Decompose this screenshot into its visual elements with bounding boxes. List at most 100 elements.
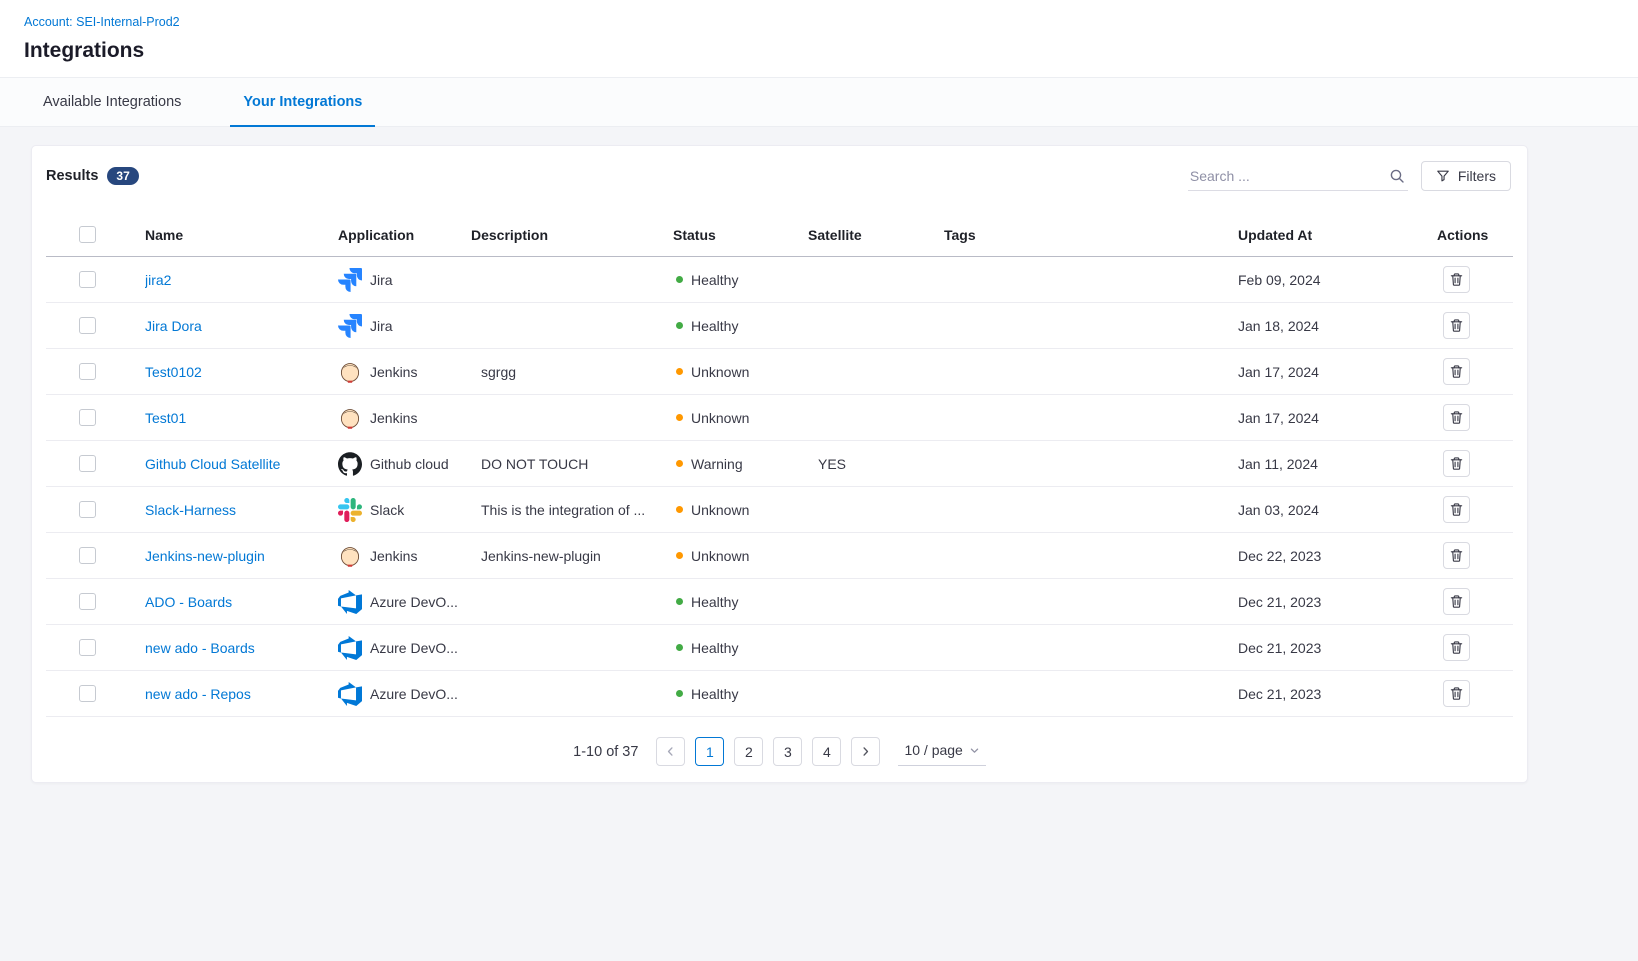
table-body: jira2 Jira Healthy Feb 09, 2024 J — [46, 257, 1513, 717]
search-input[interactable] — [1188, 168, 1408, 184]
integration-name-link[interactable]: Test01 — [145, 410, 186, 426]
table-row: Jira Dora Jira Healthy Jan 18, 2024 — [46, 303, 1513, 349]
integration-name-link[interactable]: jira2 — [145, 272, 171, 288]
description-cell: sgrgg — [471, 364, 673, 380]
filters-label: Filters — [1458, 168, 1496, 184]
pagination: 1-10 of 37 1 2 3 4 10 / page — [32, 717, 1527, 782]
application-label: Github cloud — [370, 456, 449, 472]
prev-page-button[interactable] — [656, 737, 685, 766]
page-button-1[interactable]: 1 — [695, 737, 724, 766]
application-label: Azure DevO... — [370, 594, 458, 610]
page-size-select[interactable]: 10 / page — [898, 737, 985, 766]
results-summary: Results 37 — [46, 167, 139, 185]
table-row: Github Cloud Satellite Github cloud DO N… — [46, 441, 1513, 487]
delete-button[interactable] — [1443, 588, 1470, 615]
integration-name-link[interactable]: Jira Dora — [145, 318, 202, 334]
satellite-cell: YES — [808, 456, 944, 472]
row-checkbox[interactable] — [79, 639, 96, 656]
page-button-4[interactable]: 4 — [812, 737, 841, 766]
status-dot — [676, 368, 683, 375]
updated-at-cell: Jan 17, 2024 — [1238, 364, 1437, 380]
status-dot — [676, 276, 683, 283]
delete-button[interactable] — [1443, 450, 1470, 477]
integration-name-link[interactable]: new ado - Repos — [145, 686, 251, 702]
row-checkbox[interactable] — [79, 271, 96, 288]
application-label: Azure DevO... — [370, 640, 458, 656]
azure-devops-icon — [338, 636, 362, 660]
jira-icon — [338, 314, 362, 338]
table-row: Test01 Jenkins Unknown Jan 17, 2024 — [46, 395, 1513, 441]
azure-devops-icon — [338, 682, 362, 706]
tab-bar: Available Integrations Your Integrations — [0, 78, 1638, 127]
column-header-actions: Actions — [1437, 227, 1513, 243]
github-icon — [338, 452, 362, 476]
select-all-checkbox[interactable] — [79, 226, 96, 243]
trash-icon — [1449, 502, 1464, 517]
row-checkbox[interactable] — [79, 409, 96, 426]
updated-at-cell: Dec 22, 2023 — [1238, 548, 1437, 564]
description-cell: DO NOT TOUCH — [471, 456, 673, 472]
integration-name-link[interactable]: new ado - Boards — [145, 640, 255, 656]
application-label: Jira — [370, 272, 393, 288]
delete-button[interactable] — [1443, 634, 1470, 661]
pagination-range: 1-10 of 37 — [573, 744, 638, 760]
page-size-value: 10 / page — [904, 742, 962, 758]
status-label: Healthy — [691, 640, 738, 656]
account-link[interactable]: Account: SEI-Internal-Prod2 — [24, 15, 180, 29]
integration-name-link[interactable]: Test0102 — [145, 364, 202, 380]
status-label: Unknown — [691, 548, 749, 564]
updated-at-cell: Jan 18, 2024 — [1238, 318, 1437, 334]
status-label: Unknown — [691, 502, 749, 518]
delete-button[interactable] — [1443, 404, 1470, 431]
integration-name-link[interactable]: ADO - Boards — [145, 594, 232, 610]
page-button-3[interactable]: 3 — [773, 737, 802, 766]
row-checkbox[interactable] — [79, 501, 96, 518]
integrations-card: Results 37 Filters — [31, 145, 1528, 783]
integration-name-link[interactable]: Github Cloud Satellite — [145, 456, 280, 472]
row-checkbox[interactable] — [79, 547, 96, 564]
status-dot — [676, 506, 683, 513]
status-label: Unknown — [691, 364, 749, 380]
delete-button[interactable] — [1443, 680, 1470, 707]
delete-button[interactable] — [1443, 312, 1470, 339]
page-button-2[interactable]: 2 — [734, 737, 763, 766]
jenkins-icon — [338, 360, 362, 384]
column-header-satellite: Satellite — [808, 227, 944, 243]
application-label: Jenkins — [370, 410, 417, 426]
delete-button[interactable] — [1443, 496, 1470, 523]
row-checkbox[interactable] — [79, 317, 96, 334]
row-checkbox[interactable] — [79, 685, 96, 702]
filters-button[interactable]: Filters — [1421, 161, 1511, 191]
page-title: Integrations — [24, 39, 1614, 63]
row-checkbox[interactable] — [79, 593, 96, 610]
table-row: Jenkins-new-plugin Jenkins Jenkins-new-p… — [46, 533, 1513, 579]
updated-at-cell: Dec 21, 2023 — [1238, 640, 1437, 656]
table-row: new ado - Boards Azure DevO... Healthy D… — [46, 625, 1513, 671]
delete-button[interactable] — [1443, 358, 1470, 385]
trash-icon — [1449, 640, 1464, 655]
delete-button[interactable] — [1443, 542, 1470, 569]
next-page-button[interactable] — [851, 737, 880, 766]
row-checkbox[interactable] — [79, 455, 96, 472]
updated-at-cell: Jan 03, 2024 — [1238, 502, 1437, 518]
application-label: Slack — [370, 502, 404, 518]
chevron-down-icon — [969, 745, 980, 756]
updated-at-cell: Jan 11, 2024 — [1238, 456, 1437, 472]
trash-icon — [1449, 456, 1464, 471]
integration-name-link[interactable]: Slack-Harness — [145, 502, 236, 518]
status-label: Healthy — [691, 318, 738, 334]
jenkins-icon — [338, 406, 362, 430]
column-header-updated-at: Updated At — [1238, 227, 1437, 243]
tab-available-integrations[interactable]: Available Integrations — [30, 78, 194, 126]
trash-icon — [1449, 686, 1464, 701]
toolbar-right: Filters — [1188, 161, 1511, 191]
results-count-badge: 37 — [107, 167, 138, 185]
integration-name-link[interactable]: Jenkins-new-plugin — [145, 548, 265, 564]
trash-icon — [1449, 364, 1464, 379]
search-icon — [1389, 168, 1405, 184]
description-cell: Jenkins-new-plugin — [471, 548, 673, 564]
application-label: Azure DevO... — [370, 686, 458, 702]
row-checkbox[interactable] — [79, 363, 96, 380]
tab-your-integrations[interactable]: Your Integrations — [230, 78, 375, 126]
delete-button[interactable] — [1443, 266, 1470, 293]
